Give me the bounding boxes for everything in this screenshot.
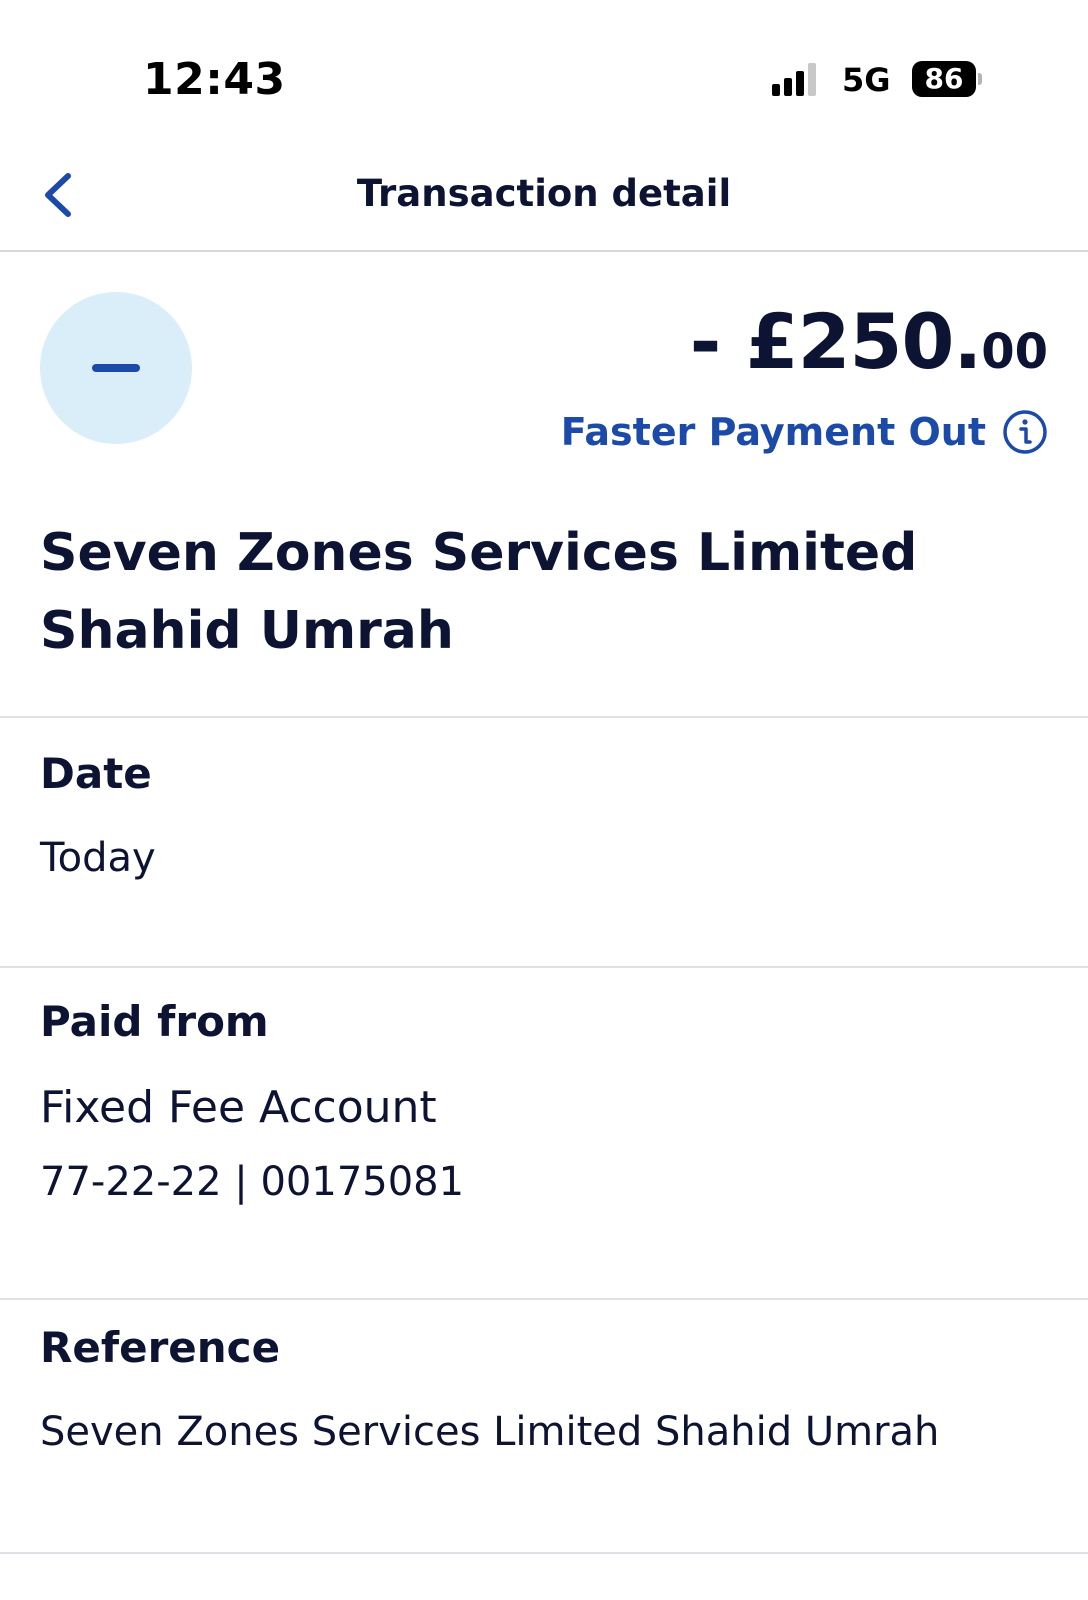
reference-section: Reference Seven Zones Services Limited S… bbox=[0, 1300, 1088, 1554]
date-value: Today bbox=[40, 835, 156, 881]
transaction-type-avatar bbox=[40, 292, 192, 444]
reference-value: Seven Zones Services Limited Shahid Umra… bbox=[40, 1409, 940, 1455]
status-time: 12:43 bbox=[143, 54, 286, 105]
status-bar: 12:43 5G 86 bbox=[0, 0, 1088, 140]
info-icon[interactable] bbox=[1002, 409, 1048, 455]
battery-tip bbox=[978, 73, 982, 85]
nav-header: Transaction detail bbox=[0, 140, 1088, 252]
payment-type-link[interactable]: Faster Payment Out bbox=[561, 402, 1048, 462]
network-type-label: 5G bbox=[842, 61, 891, 99]
paid-from-section: Paid from Fixed Fee Account 77-22-22 | 0… bbox=[0, 968, 1088, 1300]
account-name: Fixed Fee Account bbox=[40, 1082, 437, 1133]
payee-name: Seven Zones Services Limited Shahid Umra… bbox=[40, 514, 1040, 670]
account-number: 77-22-22 | 00175081 bbox=[40, 1159, 465, 1205]
transaction-summary: - £250.00 Faster Payment Out Seven Zones… bbox=[0, 252, 1088, 718]
page-title: Transaction detail bbox=[356, 172, 732, 215]
battery-icon: 86 bbox=[912, 61, 982, 97]
cellular-signal-icon bbox=[772, 63, 816, 96]
battery-level: 86 bbox=[924, 62, 964, 95]
payee-name-line-2: Shahid Umrah bbox=[40, 601, 454, 661]
date-section: Date Today bbox=[0, 716, 1088, 968]
reference-label: Reference bbox=[40, 1323, 281, 1372]
paid-from-label: Paid from bbox=[40, 997, 269, 1046]
payment-type-label: Faster Payment Out bbox=[560, 410, 986, 454]
payee-name-line-1: Seven Zones Services Limited bbox=[40, 523, 918, 583]
date-label: Date bbox=[40, 749, 152, 798]
amount-main: - £250. bbox=[689, 297, 982, 386]
minus-icon bbox=[92, 364, 140, 372]
transaction-amount: - £250.00 bbox=[690, 294, 1048, 400]
amount-minor: 00 bbox=[981, 324, 1048, 380]
